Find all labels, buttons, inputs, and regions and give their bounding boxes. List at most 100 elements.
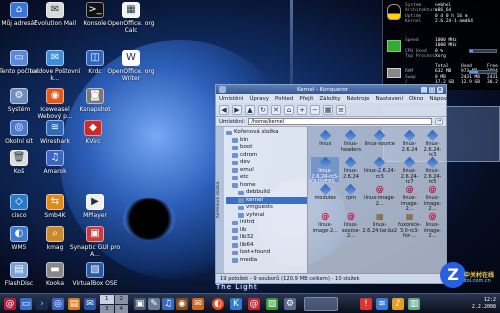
tray-alert-icon[interactable]: ! [360,298,372,310]
window-menu-icon[interactable] [219,86,226,93]
tree-node[interactable]: initrd [226,219,307,227]
tree-node[interactable]: etc [226,174,307,182]
file-item[interactable]: linux-2.6.24-rc5 [422,156,443,185]
tree-node[interactable]: home [226,182,307,190]
zoom-out-icon[interactable]: − [310,104,320,115]
system-task-icon[interactable]: ⚙ [284,298,296,310]
menu-item[interactable]: Záložky [319,96,340,102]
clock[interactable]: 12:2 2.2.2008 [472,297,496,311]
tree-node[interactable]: dev [226,159,307,167]
konqueror-task-icon[interactable]: K [230,298,242,310]
tree-node[interactable]: debbuild [226,189,307,197]
konqueror-window[interactable]: Kernel - Konqueror _ □ × Umístění Úpravy P… [215,84,457,284]
file-item[interactable]: ▦ linux-2.6.24.tar.bz2 [362,211,397,237]
file-item[interactable]: linux-source [362,129,397,156]
tree-node[interactable]: lib64 [226,242,307,250]
forward-icon[interactable]: ▶ [232,104,242,115]
menu-item[interactable]: Umístění [219,96,243,102]
file-item[interactable]: @ linux-image-2... [398,184,421,211]
taskbar-window-button[interactable] [304,297,338,311]
back-icon[interactable]: ◀ [219,104,229,115]
browser-icon[interactable]: ◎ [52,298,64,310]
menu-item[interactable]: Úpravy [249,96,269,102]
tray-network-icon[interactable]: ≋ [376,298,388,310]
pager-desktop[interactable]: 3 [100,304,114,313]
desktop-icon[interactable]: ▶ MPlayer [68,194,122,219]
kate-task-icon[interactable]: ✎ [148,298,160,310]
tree-node[interactable]: bin [226,137,307,145]
zoom-in-icon[interactable]: + [297,104,307,115]
file-item[interactable]: linux-2.6.24-rc3 [362,156,397,183]
tree-node[interactable]: vyhnal [226,212,307,220]
up-icon[interactable]: ▲ [245,104,255,115]
tree-node[interactable]: lost+found [226,249,307,257]
file-item[interactable]: linux [311,129,339,156]
tree-node[interactable]: lib [226,227,307,235]
desktop-icon[interactable]: ▣ Synaptic GUI pro A... [68,226,122,258]
list-view-icon[interactable]: ≡ [336,104,346,115]
debian-menu-icon[interactable]: @ [4,298,16,310]
pager-desktop[interactable]: 1 [100,295,114,304]
home-icon[interactable]: ⌂ [284,104,294,115]
firefox-task-icon[interactable]: ◉ [176,298,188,310]
menu-item[interactable]: Okno [409,96,423,102]
go-button[interactable]: → [435,118,443,125]
folder-icon[interactable]: ▤ [68,298,80,310]
file-item[interactable]: rpm [340,183,361,210]
tree-node[interactable]: Kořenová složka [226,129,307,137]
file-item[interactable]: modules [311,183,339,210]
desktop-icon[interactable]: ◙ Ksnapshot [68,88,122,113]
window-titlebar[interactable]: Kernel - Konqueror _ □ × [216,85,446,94]
menu-item[interactable]: Pohled [275,96,293,102]
synaptic-task-icon[interactable]: ▧ [266,298,278,310]
desktop-icon[interactable]: W OpenOffice. org Writer [104,50,158,82]
tray-clipboard-icon[interactable]: ▥ [408,298,420,310]
desktop-icon[interactable]: ▧ VirtualBox OSE [68,262,122,287]
konsole-task-icon[interactable]: ▣ [134,298,146,310]
file-item[interactable]: linux-headers [340,129,361,156]
tree-node[interactable]: kernel [226,196,307,204]
desktop-icon[interactable]: ◆ KVirc [66,120,120,145]
minimize-button[interactable]: _ [421,86,427,93]
desktop-icon-label: VirtualBox OSE [72,280,118,287]
menu-item[interactable]: Nápověda [429,96,457,102]
tree-node[interactable]: emul [226,167,307,175]
file-item[interactable]: linux-2.6.24 [398,129,421,156]
tree-node[interactable]: vmguests [226,204,307,212]
terminal-icon[interactable]: › [36,298,48,310]
show-desktop-icon[interactable]: ▭ [20,298,32,310]
tree-node[interactable]: cdrom [226,152,307,160]
icon-view-icon[interactable]: ▦ [323,104,333,115]
tree-node[interactable]: media [226,257,307,265]
file-item[interactable]: linux-2.6.24-rc3 [422,129,443,158]
location-input[interactable]: /home/kernel [248,118,432,125]
mail-icon[interactable]: ✉ [84,298,96,310]
pager-desktop[interactable]: 2 [114,295,128,304]
iceweasel-task-icon[interactable]: ◐ [212,298,224,310]
file-item[interactable]: linux-2.6.24 [340,156,361,183]
file-item[interactable]: linux-2.6.24-rc7 [398,156,421,185]
menu-item[interactable]: Přejít [299,96,313,102]
tree-node[interactable]: lib32 [226,234,307,242]
reload-icon[interactable]: ↻ [258,104,268,115]
debian-task-icon[interactable]: @ [248,298,260,310]
tray-volume-icon[interactable]: ♪ [392,298,404,310]
tree-node[interactable]: boot [226,144,307,152]
menu-item[interactable]: Nastavení [375,96,403,102]
file-item[interactable]: @ linux-image-2... [311,211,339,237]
menu-item[interactable]: Nástroje [347,96,370,102]
desktop-icon[interactable]: ▦ OpenOffice. org Calc [104,2,158,34]
file-item[interactable]: @ linux-source-2... [340,211,361,238]
pager-desktop[interactable]: 4 [114,304,128,313]
file-item[interactable]: @ linux-image-2... [362,184,397,210]
close-button[interactable]: × [437,86,443,93]
file-item[interactable]: @ linux-image-2... [422,184,443,211]
amarok-task-icon[interactable]: ♫ [162,298,174,310]
file-item[interactable]: linux-2.6.24-rc5-OLDVERS... [311,156,340,185]
file-item[interactable]: @ linux-image-2... [422,211,443,238]
maximize-button[interactable]: □ [429,86,435,93]
desktop-icon[interactable]: ♫ Amarok [28,150,82,175]
file-item[interactable]: ▦ fuxonice-3.0-rc3-for-... [398,211,421,238]
kmail-task-icon[interactable]: ✉ [192,298,204,310]
stop-icon[interactable]: ✕ [271,104,281,115]
